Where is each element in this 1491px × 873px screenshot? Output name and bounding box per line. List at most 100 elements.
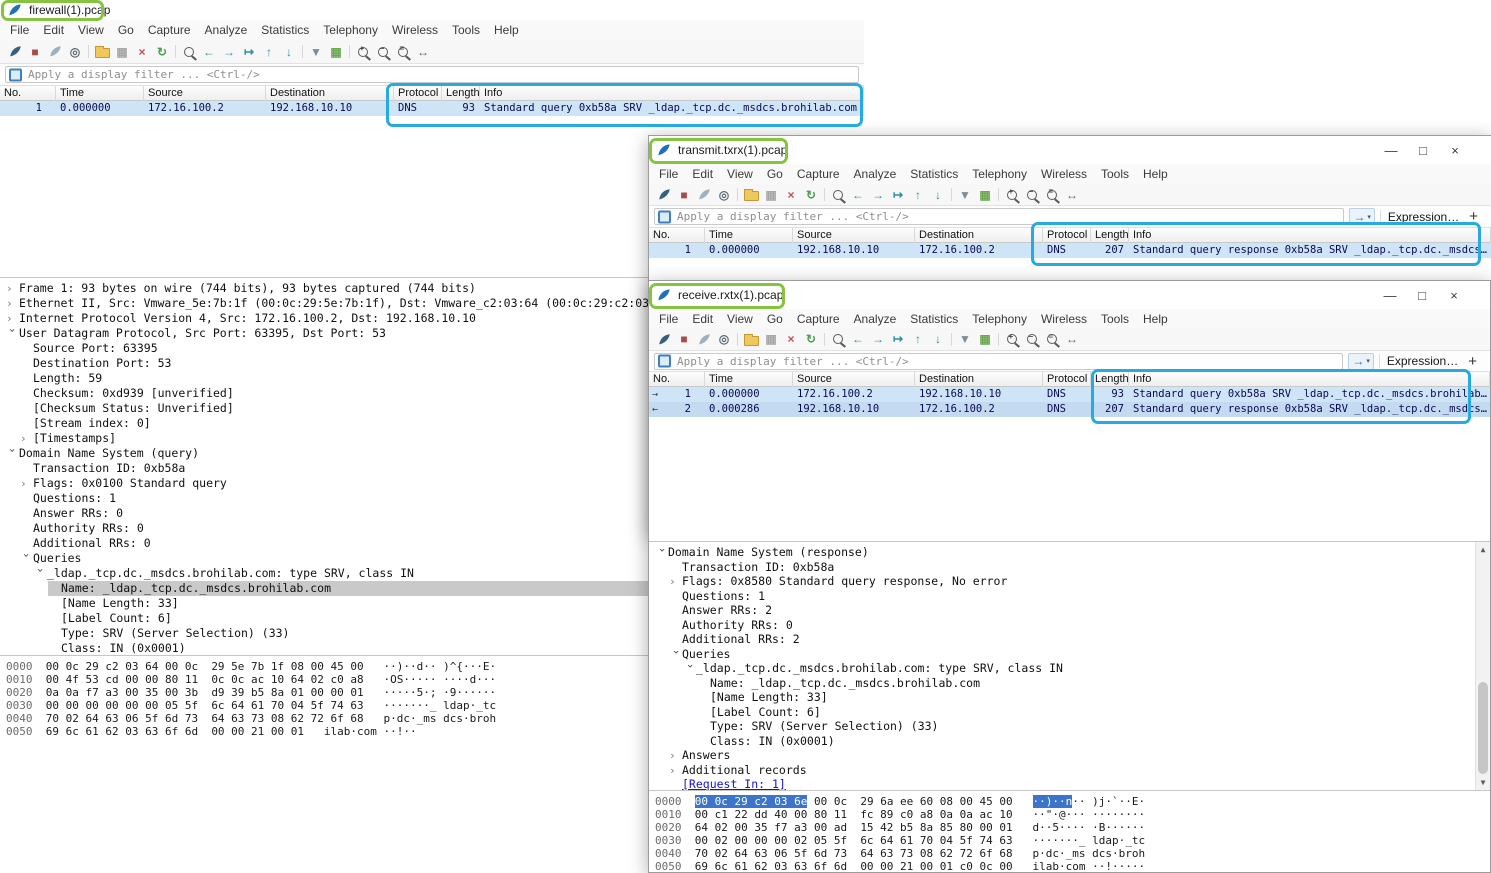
- detail-row[interactable]: ›_ldap._tcp.dc._msdcs.brohilab.com: type…: [649, 661, 1490, 676]
- expander-icon[interactable]: ›: [668, 648, 683, 661]
- zoom-in-icon[interactable]: [353, 43, 373, 61]
- menu-help[interactable]: Help: [487, 23, 526, 37]
- column-header-time[interactable]: Time: [56, 86, 144, 101]
- maximize-button[interactable]: □: [1407, 143, 1439, 158]
- expander-icon[interactable]: ›: [19, 552, 34, 565]
- find-packet-icon[interactable]: [179, 43, 199, 61]
- maximize-button[interactable]: □: [1406, 288, 1438, 303]
- detail-row[interactable]: Answer RRs: 2: [649, 603, 1490, 618]
- menu-tools[interactable]: Tools: [1094, 167, 1136, 181]
- column-header-info[interactable]: Info: [480, 86, 864, 101]
- filter-bookmark-icon[interactable]: [658, 210, 671, 223]
- expander-icon[interactable]: ›: [6, 311, 19, 326]
- column-header-no[interactable]: No.: [649, 372, 705, 387]
- autoscroll-icon[interactable]: ▼: [955, 186, 975, 204]
- menu-analyze[interactable]: Analyze: [847, 312, 904, 326]
- menu-edit[interactable]: Edit: [685, 312, 720, 326]
- capture-options-icon[interactable]: ◎: [714, 186, 734, 204]
- menu-view[interactable]: View: [71, 23, 111, 37]
- open-file-icon[interactable]: [92, 43, 112, 61]
- close-button[interactable]: ×: [1439, 143, 1471, 158]
- column-header-destination[interactable]: Destination: [915, 372, 1043, 387]
- expander-icon[interactable]: ›: [654, 547, 669, 560]
- menu-go[interactable]: Go: [760, 312, 790, 326]
- expander-icon[interactable]: ›: [669, 749, 682, 764]
- column-header-no[interactable]: No.: [649, 228, 705, 243]
- colorize-icon[interactable]: ▦: [975, 186, 995, 204]
- hex-row[interactable]: 0030 00 02 00 00 00 02 05 5f 6c 64 61 70…: [655, 834, 1490, 847]
- go-back-icon[interactable]: ←: [848, 186, 868, 204]
- hex-row[interactable]: 0050 69 6c 61 62 03 63 6f 6d 00 00 21 00…: [655, 860, 1490, 873]
- menu-wireless[interactable]: Wireless: [385, 23, 445, 37]
- zoom-out-icon[interactable]: [1022, 186, 1042, 204]
- close-file-icon[interactable]: ×: [132, 43, 152, 61]
- packet-row[interactable]: 10.000000192.168.10.10172.16.100.2DNS207…: [649, 243, 1491, 258]
- menu-telephony[interactable]: Telephony: [965, 312, 1034, 326]
- menu-go[interactable]: Go: [760, 167, 790, 181]
- detail-row[interactable]: Transaction ID: 0xb58a: [649, 560, 1490, 575]
- hex-row[interactable]: 0040 70 02 64 63 06 5f 6d 73 64 63 73 08…: [655, 847, 1490, 860]
- go-back-icon[interactable]: ←: [199, 43, 219, 61]
- expander-icon[interactable]: ›: [20, 476, 33, 491]
- go-first-packet-icon[interactable]: ↑: [908, 330, 928, 348]
- reload-capture-icon[interactable]: ↻: [801, 186, 821, 204]
- go-to-packet-icon[interactable]: ↦: [239, 43, 259, 61]
- detail-row[interactable]: [Name Length: 33]: [649, 690, 1490, 705]
- column-header-length[interactable]: Length: [1091, 372, 1129, 387]
- detail-row[interactable]: [Label Count: 6]: [649, 705, 1490, 720]
- save-file-icon[interactable]: ▦: [761, 330, 781, 348]
- menu-edit[interactable]: Edit: [36, 23, 71, 37]
- scroll-thumb[interactable]: [1478, 682, 1488, 774]
- column-header-source[interactable]: Source: [144, 86, 266, 101]
- title-bar[interactable]: transmit.txrx(1).pcap — □ ×: [649, 136, 1491, 164]
- expander-icon[interactable]: ›: [6, 281, 19, 296]
- display-filter-input[interactable]: [5, 66, 859, 83]
- display-filter-input[interactable]: [654, 208, 1344, 225]
- column-header-time[interactable]: Time: [705, 372, 793, 387]
- menu-statistics[interactable]: Statistics: [903, 312, 965, 326]
- stop-capture-icon[interactable]: ■: [674, 330, 694, 348]
- filter-bookmark-icon[interactable]: [658, 355, 671, 368]
- open-file-icon[interactable]: [741, 186, 761, 204]
- go-first-packet-icon[interactable]: ↑: [259, 43, 279, 61]
- zoom-reset-icon[interactable]: [1042, 186, 1062, 204]
- expander-icon[interactable]: ›: [5, 447, 20, 460]
- zoom-in-icon[interactable]: [1002, 186, 1022, 204]
- resize-columns-icon[interactable]: ↔: [1062, 330, 1082, 348]
- menu-statistics[interactable]: Statistics: [254, 23, 316, 37]
- add-filter-button[interactable]: +: [1466, 208, 1486, 225]
- column-header-destination[interactable]: Destination: [266, 86, 394, 101]
- capture-options-icon[interactable]: ◎: [714, 330, 734, 348]
- find-packet-icon[interactable]: [828, 186, 848, 204]
- menu-capture[interactable]: Capture: [790, 167, 847, 181]
- detail-row[interactable]: ›Additional records: [649, 763, 1490, 778]
- add-filter-button[interactable]: +: [1465, 353, 1485, 370]
- expander-icon[interactable]: ›: [669, 764, 682, 779]
- zoom-in-icon[interactable]: [1002, 330, 1022, 348]
- go-last-packet-icon[interactable]: ↓: [928, 186, 948, 204]
- column-header-protocol[interactable]: Protocol: [394, 86, 442, 101]
- menu-telephony[interactable]: Telephony: [965, 167, 1034, 181]
- menu-wireless[interactable]: Wireless: [1034, 312, 1094, 326]
- start-capture-icon[interactable]: [654, 186, 674, 204]
- detail-scrollbar[interactable]: ▲ ▼: [1475, 542, 1490, 790]
- menu-capture[interactable]: Capture: [790, 312, 847, 326]
- title-bar[interactable]: firewall(1).pcap — □ ×: [0, 0, 864, 20]
- menu-go[interactable]: Go: [111, 23, 141, 37]
- autoscroll-icon[interactable]: ▼: [306, 43, 326, 61]
- zoom-reset-icon[interactable]: [393, 43, 413, 61]
- detail-row[interactable]: Type: SRV (Server Selection) (33): [649, 719, 1490, 734]
- expander-icon[interactable]: ›: [5, 327, 20, 340]
- go-last-packet-icon[interactable]: ↓: [928, 330, 948, 348]
- menu-analyze[interactable]: Analyze: [847, 167, 904, 181]
- menu-help[interactable]: Help: [1136, 312, 1175, 326]
- menu-tools[interactable]: Tools: [1094, 312, 1136, 326]
- packet-row[interactable]: 1→0.000000172.16.100.2192.168.10.10DNS93…: [649, 387, 1490, 402]
- detail-row[interactable]: Questions: 1: [649, 589, 1490, 604]
- column-header-destination[interactable]: Destination: [915, 228, 1043, 243]
- menu-help[interactable]: Help: [1136, 167, 1175, 181]
- colorize-icon[interactable]: ▦: [975, 330, 995, 348]
- detail-row[interactable]: Class: IN (0x0001): [649, 734, 1490, 749]
- menu-file[interactable]: File: [3, 23, 36, 37]
- filter-bookmark-icon[interactable]: [9, 68, 22, 81]
